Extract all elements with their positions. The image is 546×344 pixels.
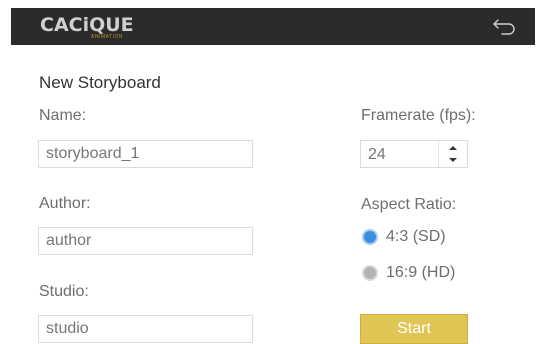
chevron-up-icon[interactable] — [446, 143, 460, 153]
page-title: New Storyboard — [39, 73, 161, 92]
top-bar: CACiQUE ANIMATION — [11, 8, 535, 45]
framerate-label: Framerate (fps): — [361, 107, 476, 124]
author-label: Author: — [39, 195, 91, 212]
stepper-divider — [438, 141, 439, 167]
studio-label: Studio: — [39, 283, 89, 300]
radio-16-9-hd[interactable] — [362, 265, 378, 281]
back-button[interactable] — [492, 16, 518, 36]
radio-4-3-sd[interactable] — [362, 229, 378, 245]
radio-4-3-sd-label[interactable]: 4:3 (SD) — [386, 227, 446, 247]
logo-subtext: ANIMATION — [91, 34, 123, 40]
cacique-logo: CACiQUE ANIMATION — [40, 14, 136, 42]
framerate-stepper[interactable]: 24 — [360, 140, 468, 168]
aspect-ratio-label: Aspect Ratio: — [361, 196, 457, 213]
logo-text: CACiQUE — [40, 14, 134, 36]
author-field[interactable] — [38, 227, 253, 255]
back-arrow-icon — [493, 19, 515, 35]
studio-field[interactable] — [38, 315, 253, 343]
name-field[interactable] — [38, 140, 253, 168]
chevron-down-icon[interactable] — [446, 155, 460, 165]
radio-16-9-hd-label[interactable]: 16:9 (HD) — [386, 263, 455, 283]
start-button[interactable]: Start — [360, 314, 468, 344]
framerate-value[interactable]: 24 — [368, 145, 386, 165]
name-label: Name: — [39, 107, 87, 124]
